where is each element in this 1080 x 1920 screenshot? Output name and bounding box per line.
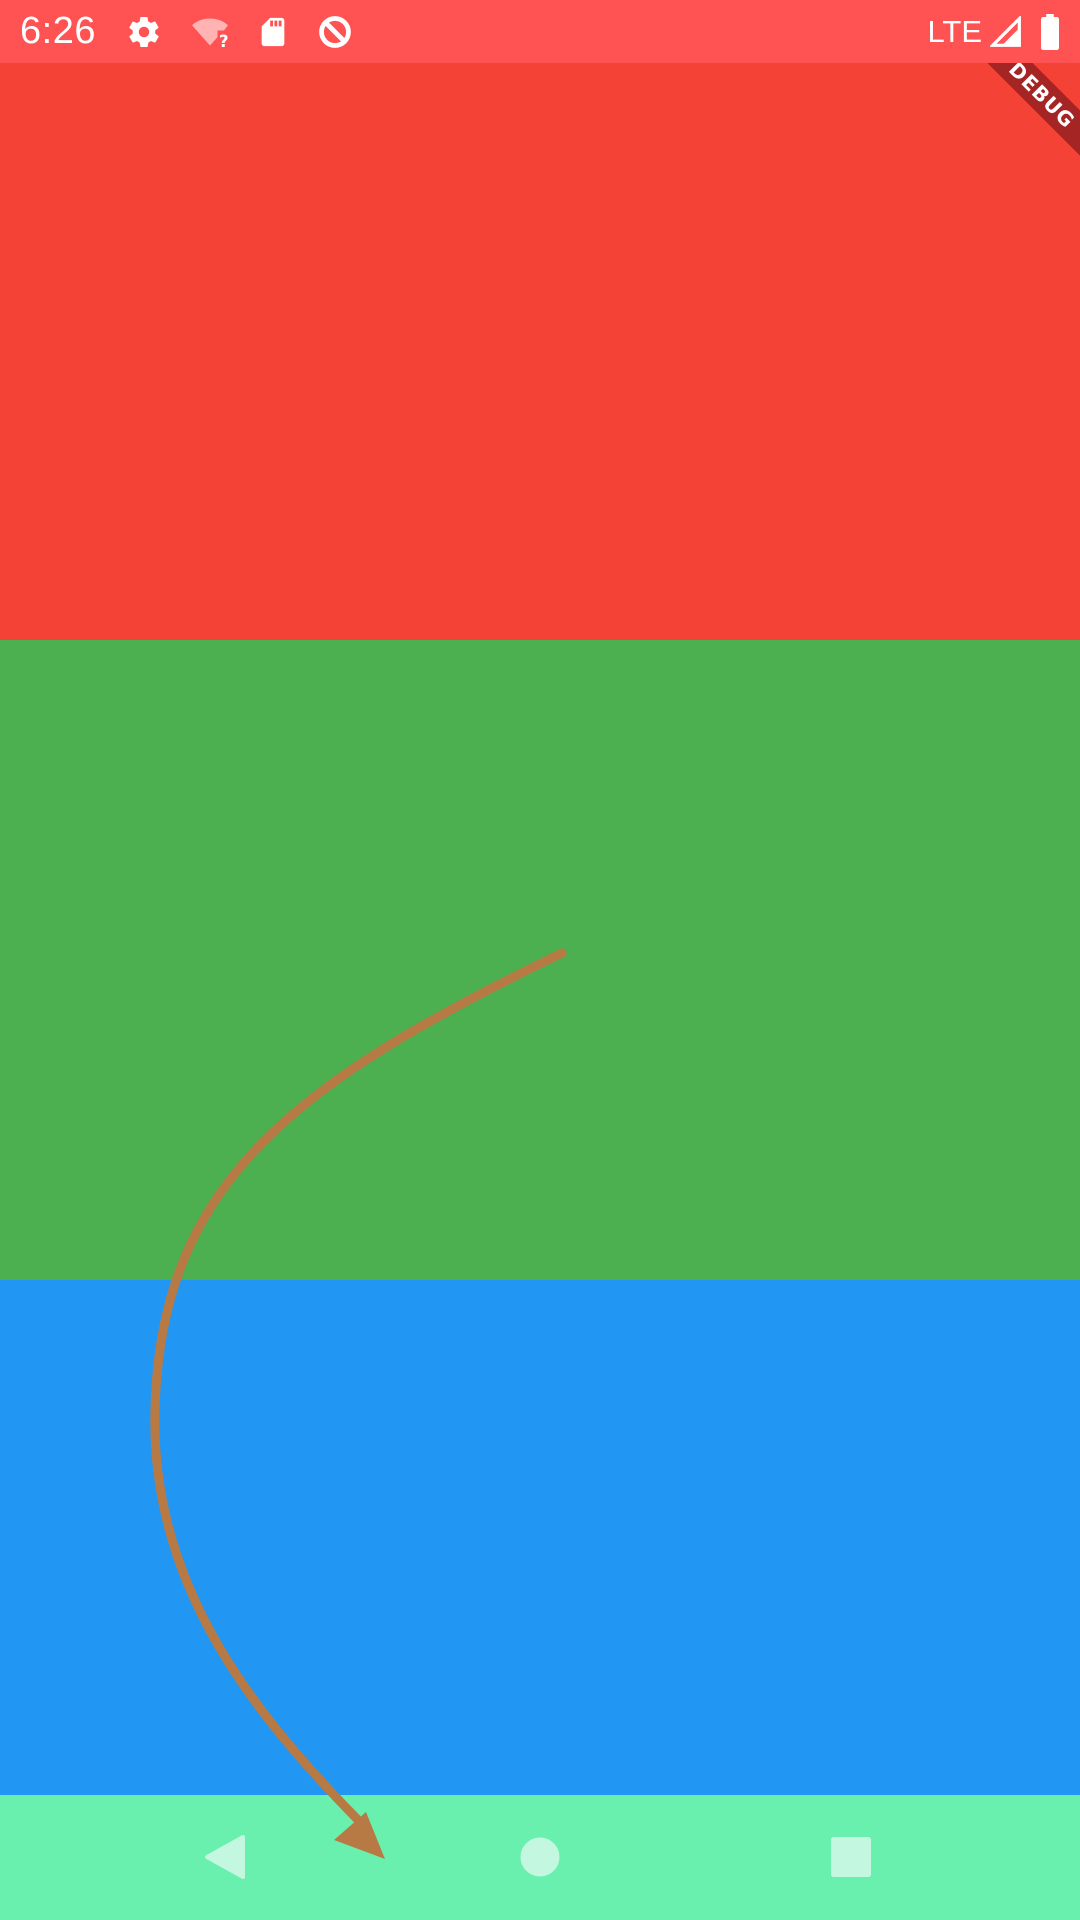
home-icon bbox=[520, 1837, 560, 1877]
wifi-unknown-icon: ? bbox=[190, 14, 230, 50]
gear-icon bbox=[126, 14, 162, 50]
screen: 6:26 ? LTE DEBUG bbox=[0, 0, 1080, 1920]
battery-icon bbox=[1040, 13, 1060, 50]
back-icon bbox=[205, 1835, 245, 1879]
status-right: LTE bbox=[927, 13, 1060, 50]
status-bar: 6:26 ? LTE bbox=[0, 0, 1080, 63]
network-type: LTE bbox=[927, 13, 982, 49]
recents-button[interactable] bbox=[806, 1812, 896, 1902]
debug-banner: DEBUG bbox=[970, 63, 1080, 173]
green-panel[interactable] bbox=[0, 640, 1080, 1280]
svg-text:?: ? bbox=[219, 32, 229, 50]
navigation-bar bbox=[0, 1795, 1080, 1920]
back-button[interactable] bbox=[180, 1812, 270, 1902]
debug-label: DEBUG bbox=[970, 63, 1080, 173]
data-saver-icon bbox=[316, 13, 354, 51]
red-panel[interactable] bbox=[0, 0, 1080, 640]
status-time: 6:26 bbox=[20, 10, 96, 52]
signal-icon bbox=[990, 15, 1022, 48]
status-left: 6:26 ? bbox=[20, 10, 382, 53]
blue-panel[interactable] bbox=[0, 1280, 1080, 1795]
sd-card-icon bbox=[258, 15, 288, 49]
recents-icon bbox=[831, 1837, 871, 1877]
home-button[interactable] bbox=[495, 1812, 585, 1902]
